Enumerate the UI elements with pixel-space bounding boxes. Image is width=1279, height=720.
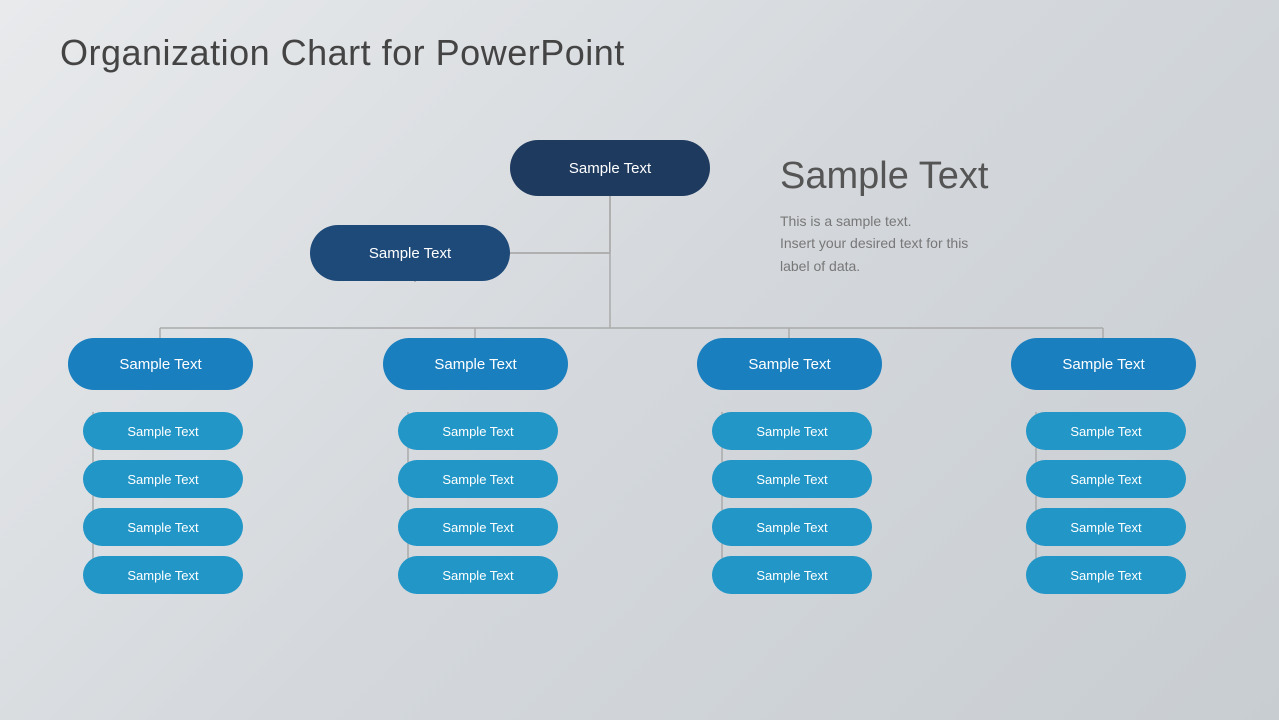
col3-item2: Sample Text xyxy=(712,460,872,498)
col4-item2: Sample Text xyxy=(1026,460,1186,498)
col4-header: Sample Text xyxy=(1011,338,1196,390)
col1-item2: Sample Text xyxy=(83,460,243,498)
col3-item4: Sample Text xyxy=(712,556,872,594)
col1-item1: Sample Text xyxy=(83,412,243,450)
col4-item1: Sample Text xyxy=(1026,412,1186,450)
side-text-box: Sample Text This is a sample text.Insert… xyxy=(780,155,1060,277)
col2-header: Sample Text xyxy=(383,338,568,390)
side-headline: Sample Text xyxy=(780,155,1060,198)
page-title: Organization Chart for PowerPoint xyxy=(60,32,625,74)
col2-item1: Sample Text xyxy=(398,412,558,450)
col4-item4: Sample Text xyxy=(1026,556,1186,594)
col3-item3: Sample Text xyxy=(712,508,872,546)
col3-header: Sample Text xyxy=(697,338,882,390)
col3-item1: Sample Text xyxy=(712,412,872,450)
col2-item3: Sample Text xyxy=(398,508,558,546)
col1-item4: Sample Text xyxy=(83,556,243,594)
col4-item3: Sample Text xyxy=(1026,508,1186,546)
col2-item4: Sample Text xyxy=(398,556,558,594)
level2-node: Sample Text xyxy=(310,225,510,281)
side-body-text: This is a sample text.Insert your desire… xyxy=(780,210,1060,277)
col2-item2: Sample Text xyxy=(398,460,558,498)
root-node: Sample Text xyxy=(510,140,710,196)
col1-item3: Sample Text xyxy=(83,508,243,546)
col1-header: Sample Text xyxy=(68,338,253,390)
